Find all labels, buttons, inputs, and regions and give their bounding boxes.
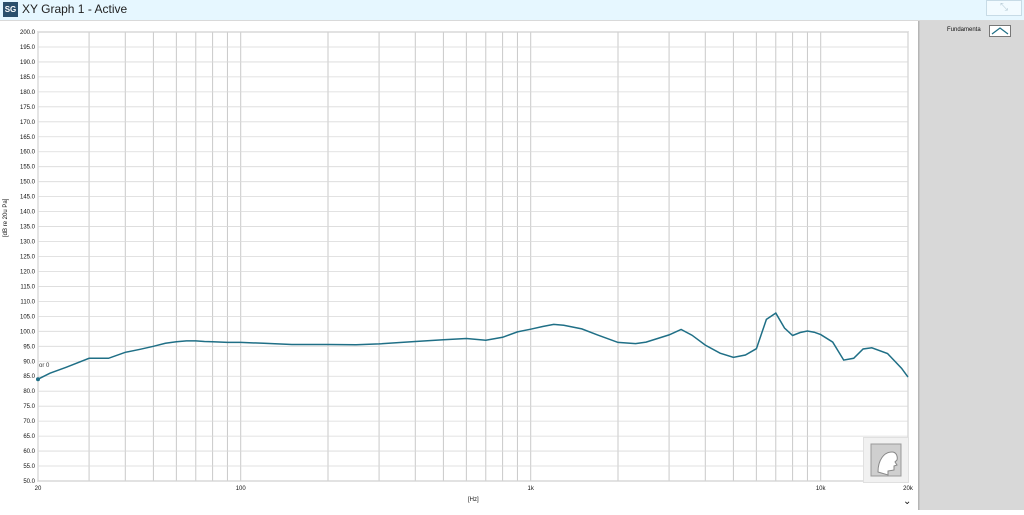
y-tick-label: 120.0 xyxy=(20,269,36,275)
cursor-label: or 0 xyxy=(39,363,50,369)
plot-area[interactable]: 50.0 55.0 60.0 65.0 70.0 75.0 80.0 85.0 90.0 95.0… xyxy=(0,21,919,510)
y-tick-label: 145.0 xyxy=(20,195,36,201)
x-tick-label: 20k xyxy=(903,486,914,492)
y-tick-label: 70.0 xyxy=(23,419,35,425)
y-tick-label: 85.0 xyxy=(23,374,35,380)
x-tick-label: 10k xyxy=(816,486,827,492)
window-control-button[interactable]: ⤡ xyxy=(986,0,1022,16)
y-tick-label: 170.0 xyxy=(20,120,36,126)
legend-label: Fundamenta xyxy=(947,27,981,33)
y-tick-label: 200.0 xyxy=(20,30,36,36)
y-tick-label: 65.0 xyxy=(23,434,35,440)
title-bar: SG XY Graph 1 - Active ⤡ xyxy=(0,0,1024,21)
x-axis-label: [Hz] xyxy=(468,497,479,503)
y-tick-label: 165.0 xyxy=(20,135,36,141)
y-tick-label: 140.0 xyxy=(20,210,36,216)
y-tick-label: 95.0 xyxy=(23,344,35,350)
legend-panel xyxy=(919,21,1024,510)
y-tick-label: 90.0 xyxy=(23,359,35,365)
y-tick-label: 105.0 xyxy=(20,314,36,320)
y-tick-label: 115.0 xyxy=(20,284,35,290)
y-tick-label: 185.0 xyxy=(20,75,36,81)
y-tick-label: 110.0 xyxy=(20,299,35,305)
y-tick-label: 135.0 xyxy=(20,225,36,231)
y-tick-label: 125.0 xyxy=(20,255,36,261)
app-icon: SG xyxy=(3,2,18,17)
y-tick-label: 160.0 xyxy=(20,150,36,156)
y-axis-label: [dB re 20u Pa] xyxy=(3,198,9,237)
legend-line-swatch[interactable] xyxy=(989,25,1011,37)
x-tick-label: 20 xyxy=(35,486,42,492)
y-tick-label: 195.0 xyxy=(20,45,36,51)
graph-window: SG XY Graph 1 - Active ⤡ 50.0 55.0 60.0 65.… xyxy=(0,0,1024,510)
y-tick-label: 100.0 xyxy=(20,329,36,335)
y-tick-label: 180.0 xyxy=(20,90,36,96)
y-tick-label: 190.0 xyxy=(20,60,36,66)
brand-logo xyxy=(863,437,909,483)
y-tick-label: 60.0 xyxy=(23,449,35,455)
x-tick-label: 1k xyxy=(528,486,535,492)
y-tick-label: 150.0 xyxy=(20,180,36,186)
window-title: XY Graph 1 - Active xyxy=(22,2,128,16)
y-tick-label: 155.0 xyxy=(20,165,36,171)
y-tick-label: 55.0 xyxy=(23,464,35,470)
y-tick-label: 50.0 xyxy=(23,479,35,485)
y-tick-label: 80.0 xyxy=(23,389,35,395)
x-tick-label: 100 xyxy=(236,486,247,492)
y-tick-label: 75.0 xyxy=(23,404,35,410)
y-tick-label: 175.0 xyxy=(20,105,36,111)
y-tick-label: 130.0 xyxy=(20,240,36,246)
xy-graph: 50.0 55.0 60.0 65.0 70.0 75.0 80.0 85.0 90.0 95.0… xyxy=(20,30,914,492)
cursor-marker xyxy=(36,377,40,382)
chevron-down-icon[interactable]: ⌄ xyxy=(903,496,911,507)
